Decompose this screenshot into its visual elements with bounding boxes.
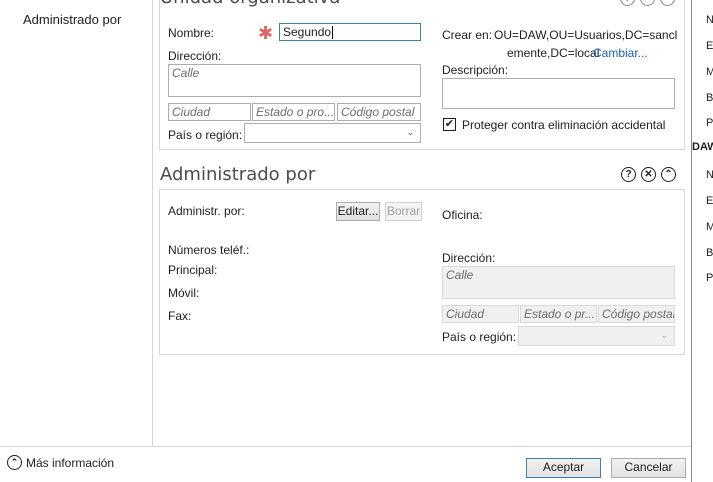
create-in-label: Crear en: [442,28,493,42]
more-info-link[interactable]: Más información [26,456,114,470]
more-info-icon[interactable]: ⌃ [7,455,22,470]
strip-text: Pr [706,117,713,129]
required-icon: ✱ [258,23,274,43]
managed-street-input[interactable]: Calle [442,266,675,299]
phones-label: Números teléf.: [168,243,250,257]
fax-label: Fax: [168,309,192,323]
managed-by-label: Administr. por: [168,204,245,218]
footer-bar: ⌃ Más información Aceptar Cancelar [0,446,691,482]
name-label: Nombre: [168,26,215,40]
strip-text: Pr [706,272,713,284]
edit-button[interactable]: Editar... [336,202,380,221]
street-input[interactable]: Calle [168,64,421,97]
strip-text: N [706,169,713,181]
chevron-down-icon: ⌄ [406,127,414,137]
strip-text: Bo [706,92,713,104]
ou-section-title: Unidad organizativa [160,0,340,8]
change-link[interactable]: Cambiar... [593,46,648,60]
office-label: Oficina: [442,208,483,222]
country-select[interactable]: ⌄ [244,123,421,143]
city-input[interactable]: Ciudad [168,103,251,121]
managed-address-label: Dirección: [442,251,496,265]
protect-checkbox[interactable]: ✔ [443,118,456,131]
strip-text: M [706,221,713,233]
strip-text: DAW [692,141,713,153]
chevron-down-icon: ⌄ [660,330,668,340]
main-content: Unidad organizativa ? ✕ ⌃ Nombre: ✱ Segu… [153,0,691,446]
country-label: País o región: [168,128,243,142]
managed-city-input[interactable]: Ciudad [442,305,519,323]
collapse-icon[interactable]: ⌃ [661,167,676,182]
protect-label: Proteger contra eliminación accidental [462,118,666,132]
managed-country-select[interactable]: ⌄ [518,326,675,346]
strip-text: Bo [706,247,713,259]
ok-button[interactable]: Aceptar [526,458,601,478]
background-window-strip: N El M Bo Pr DAW N El M Bo Pr [691,0,713,482]
postal-input[interactable]: Código postal [337,103,421,121]
clear-button[interactable]: Borrar [385,202,422,221]
create-in-path-line2: emente,DC=local [507,46,600,60]
create-in-path-line1: OU=DAW,OU=Usuarios,DC=sancl [494,28,678,42]
managed-postal-input[interactable]: Código postal [598,305,675,323]
nav-item-administrado-por[interactable]: Administrado por [23,12,121,27]
cancel-button[interactable]: Cancelar [611,458,686,478]
name-input-value: Segundo [283,25,332,39]
state-input[interactable]: Estado o pro... [252,103,335,121]
managed-country-label: País o región: [442,330,517,344]
help-icon[interactable]: ? [621,167,636,182]
close-icon[interactable]: ✕ [641,167,656,182]
strip-text: El [706,195,713,207]
main-phone-label: Principal: [168,263,218,277]
description-label: Descripción: [442,63,509,77]
strip-text: M [706,66,713,78]
navigation-pane: Administrado por [0,0,153,446]
name-input[interactable]: Segundo [279,23,421,41]
mobile-label: Móvil: [168,286,200,300]
address-label: Dirección: [168,49,222,63]
managed-state-input[interactable]: Estado o pr... [520,305,597,323]
strip-text: El [706,40,713,52]
description-input[interactable] [442,78,675,109]
managed-by-section-title: Administrado por [160,164,316,185]
strip-text: N [706,14,713,26]
